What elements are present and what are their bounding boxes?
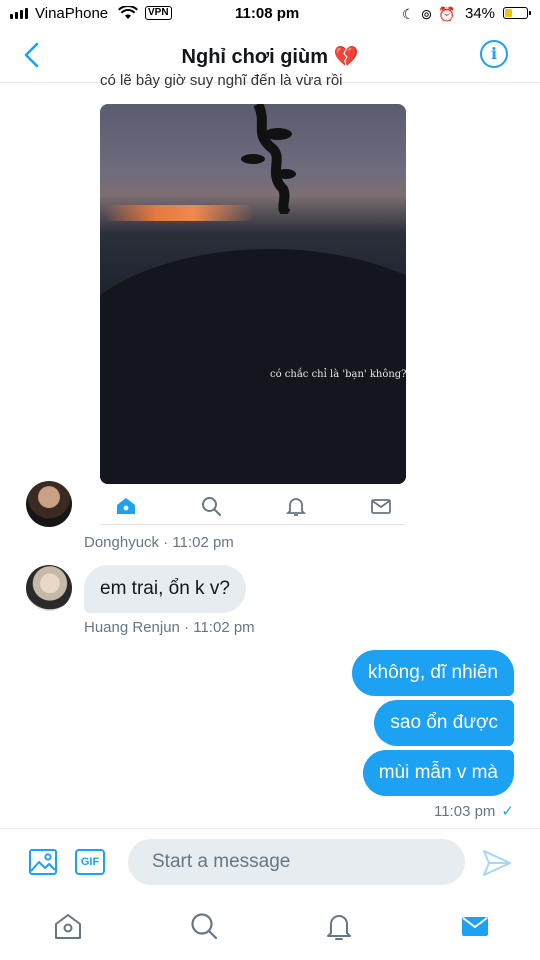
sent-message-bubble[interactable]: sao ổn được — [374, 700, 514, 746]
bell-icon — [327, 915, 351, 940]
moon-icon: ☾ — [402, 6, 415, 22]
message-input[interactable] — [128, 839, 465, 885]
message-meta: Donghyuck · 11:02 pm — [84, 534, 234, 551]
send-button[interactable] — [482, 849, 512, 882]
photo-caption: có chắc chỉ là 'bạn' không? — [270, 369, 406, 380]
mail-icon — [371, 499, 391, 514]
read-check-icon: ✓ — [501, 803, 514, 820]
message-meta: Huang Renjun · 11:02 pm — [84, 619, 255, 636]
wifi-icon — [118, 5, 138, 24]
gif-button[interactable]: GIF — [75, 849, 105, 875]
info-button[interactable]: i — [480, 40, 508, 68]
shared-photo[interactable]: có chắc chỉ là 'bạn' không? — [100, 104, 406, 484]
battery-icon — [503, 7, 531, 19]
home-icon — [117, 498, 135, 514]
received-message-bubble[interactable]: em trai, ổn k v? — [84, 565, 246, 613]
tab-notifications[interactable] — [323, 910, 355, 942]
avatar-huang-renjun[interactable] — [26, 565, 72, 611]
lock-rotation-icon: ⊚ — [420, 6, 433, 22]
sent-message-bubble[interactable]: mùi mẫn v mà — [362, 750, 514, 796]
tab-messages[interactable] — [459, 910, 491, 942]
leaf-silhouette — [241, 104, 296, 214]
sent-meta: 11:03 pm ✓ — [434, 802, 514, 820]
sent-time: 11:03 pm — [433, 803, 496, 820]
status-time: 11:08 pm — [235, 5, 300, 22]
avatar-donghyuck[interactable] — [26, 481, 72, 527]
battery-percent: 34% — [465, 5, 496, 22]
search-icon — [191, 913, 218, 940]
send-icon — [483, 850, 511, 876]
alarm-icon: ⏰ — [438, 6, 456, 22]
shared-tweet-toolbar — [100, 486, 406, 525]
home-icon — [55, 914, 81, 939]
tab-home[interactable] — [52, 910, 84, 942]
add-photo-button[interactable] — [28, 847, 58, 882]
signal-icon — [10, 8, 28, 19]
carrier-name: VinaPhone — [35, 5, 109, 22]
hill-silhouette — [100, 249, 406, 484]
sent-message-bubble[interactable]: không, dĩ nhiên — [352, 650, 514, 696]
status-bar: VinaPhone VPN 11:08 pm ☾ ⊚ ⏰ 34% — [0, 0, 540, 30]
image-icon — [29, 849, 57, 875]
shared-text-cutoff: có lẽ bây giờ suy nghĩ đến là vừa rồi — [100, 72, 343, 89]
bell-icon — [285, 498, 307, 516]
info-icon: i — [490, 44, 498, 63]
mail-icon — [462, 917, 488, 936]
bottom-tab-bar — [0, 896, 540, 960]
search-icon — [202, 497, 221, 516]
vpn-badge: VPN — [145, 6, 172, 20]
tab-search[interactable] — [188, 910, 220, 942]
message-composer: GIF — [0, 828, 540, 897]
conversation-title[interactable]: Nghỉ chơi giùm 💔 — [0, 44, 540, 69]
